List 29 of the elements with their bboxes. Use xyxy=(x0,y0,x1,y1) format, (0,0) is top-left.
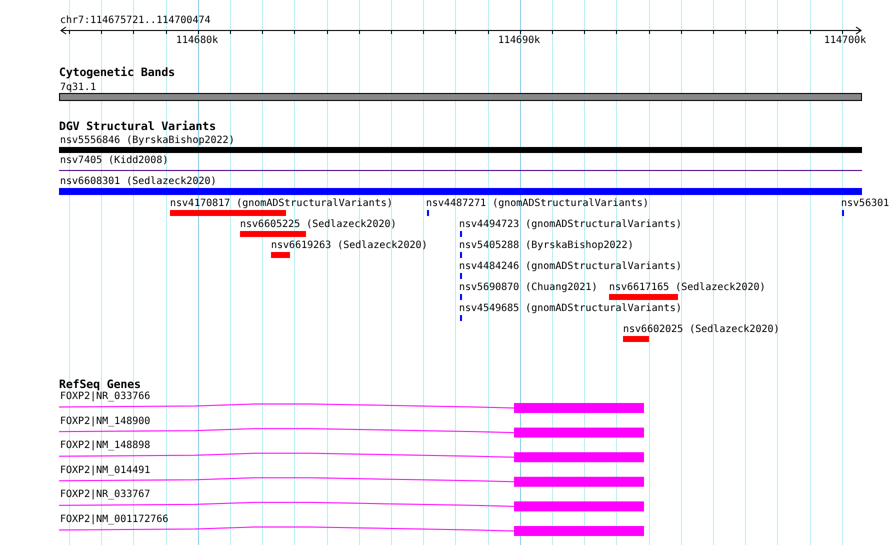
gene-label: FOXP2|NM_148898 xyxy=(60,440,150,452)
variant-label: nsv56301 xyxy=(841,198,890,209)
tick-label: 114690k xyxy=(498,35,540,46)
variant-label: nsv4549685 (gnomADStructuralVariants) xyxy=(459,303,682,314)
variant-label: nsv6605225 (Sedlazeck2020) xyxy=(240,219,397,230)
gene-label: FOXP2|NM_148900 xyxy=(60,416,150,427)
track-title: RefSeq Genes xyxy=(59,379,141,390)
variant-label: nsv4484246 (gnomADStructuralVariants) xyxy=(459,261,682,272)
region-label: chr7:114675721..114700474 xyxy=(60,15,211,26)
variant-label: nsv6619263 (Sedlazeck2020) xyxy=(271,240,428,251)
variant-label: nsv5690870 (Chuang2021) xyxy=(459,282,598,293)
gene-label: FOXP2|NM_014491 xyxy=(60,464,150,476)
variant-label: nsv7405 (Kidd2008) xyxy=(60,155,168,166)
variant-label: nsv5556846 (ByrskaBishop2022) xyxy=(60,135,235,146)
variant-label: nsv4170817 (gnomADStructuralVariants) xyxy=(170,198,393,209)
variant-label: nsv6608301 (Sedlazeck2020) xyxy=(60,176,217,187)
track-title: Cytogenetic Bands xyxy=(59,67,176,78)
gene-label: FOXP2|NM_001172766 xyxy=(60,514,168,525)
gene-label: FOXP2|NR_033766 xyxy=(60,391,150,402)
tick-label: 114700k xyxy=(824,35,866,46)
band-label: 7q31.1 xyxy=(60,82,96,93)
variant-label: nsv5405288 (ByrskaBishop2022) xyxy=(459,240,634,251)
gene-label: FOXP2|NR_033767 xyxy=(60,489,150,500)
tick-label: 114680k xyxy=(176,35,218,46)
track-title: DGV Structural Variants xyxy=(59,121,216,132)
variant-label: nsv4494723 (gnomADStructuralVariants) xyxy=(459,219,682,230)
variant-label: nsv6602025 (Sedlazeck2020) xyxy=(623,324,780,335)
variant-label: nsv4487271 (gnomADStructuralVariants) xyxy=(426,198,649,209)
variant-label: nsv6617165 (Sedlazeck2020) xyxy=(609,282,766,293)
